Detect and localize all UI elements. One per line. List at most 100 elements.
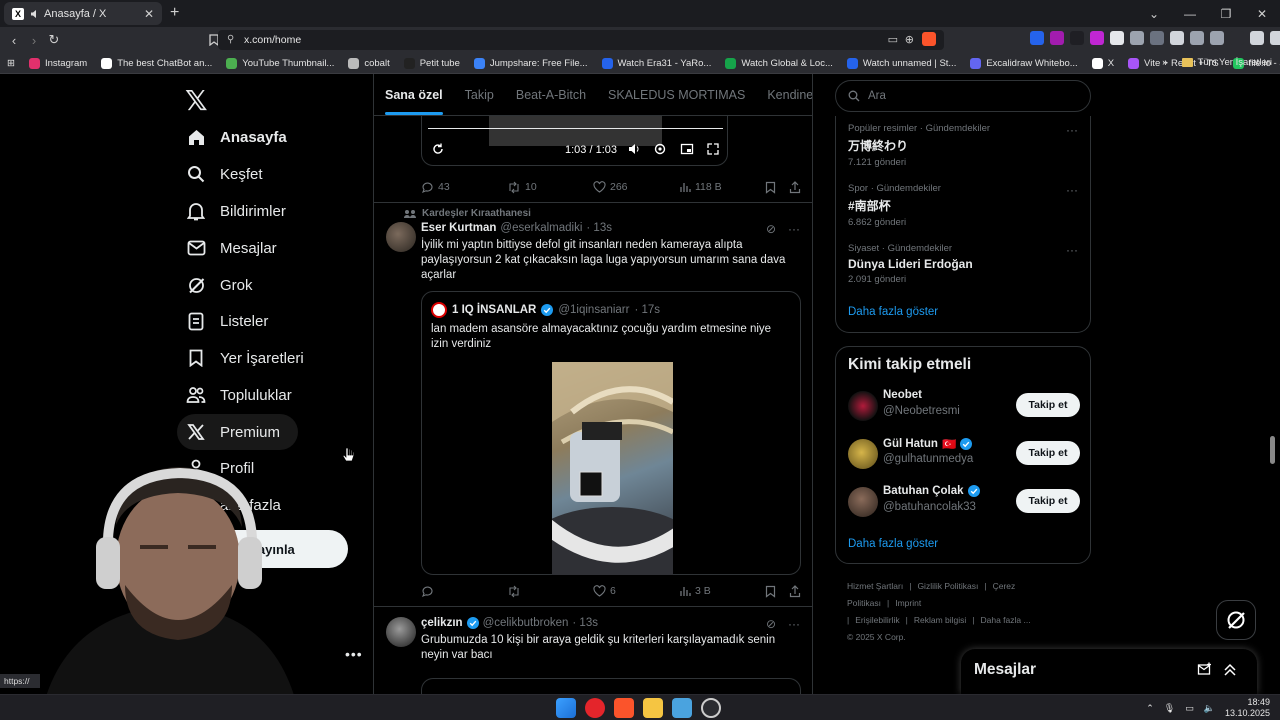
reply-button[interactable] — [421, 585, 438, 598]
feed-tab[interactable]: Kendine Müz — [756, 74, 812, 115]
trend-item[interactable]: Popüler resimler · Gündemdekiler 万博終わり 7.1… — [848, 123, 1078, 168]
extension-icon[interactable] — [1150, 31, 1164, 45]
tweet-time[interactable]: · 13s — [586, 222, 612, 234]
footer-link[interactable]: Erişilebilirlik — [855, 615, 899, 625]
settings-gear-icon[interactable] — [653, 142, 667, 156]
author-handle[interactable]: @celikbutbroken — [483, 617, 569, 629]
replay-icon[interactable] — [431, 142, 445, 156]
sidebar-item-bell[interactable]: Bildirimler — [177, 193, 286, 229]
share-button[interactable] — [789, 584, 801, 598]
bookmark-button[interactable] — [765, 181, 776, 194]
browser-tab[interactable]: X Anasayfa / X ✕ — [4, 2, 162, 25]
feed-tab[interactable]: Sana özel — [374, 74, 454, 115]
grok-button[interactable] — [1216, 600, 1256, 640]
avatar[interactable] — [848, 487, 878, 517]
install-icon[interactable]: ▭ — [888, 33, 898, 46]
sidebar-item-bookmark[interactable]: Yer İşaretleri — [177, 340, 304, 376]
tweet-time[interactable]: · 13s — [572, 617, 598, 629]
video-player[interactable]: 1:03 / 1:03 — [421, 116, 728, 166]
vpn-icon[interactable] — [1270, 31, 1280, 45]
sidebar-item-communities[interactable]: Topluluklar — [177, 377, 292, 413]
trends-show-more[interactable]: Daha fazla göster — [848, 306, 938, 318]
x-logo-icon[interactable]: 𝕏 — [185, 84, 208, 117]
tab-close-icon[interactable]: ✕ — [144, 7, 154, 21]
clock[interactable]: 18:49 13.10.2025 — [1225, 697, 1270, 719]
share-button[interactable] — [789, 180, 801, 194]
who-to-follow-show-more[interactable]: Daha fazla göster — [848, 538, 938, 550]
author-handle[interactable]: @eserkalmadiki — [500, 222, 582, 234]
search-input[interactable]: Ara — [835, 80, 1091, 112]
quoted-media-image[interactable] — [552, 362, 673, 575]
bookmark-item[interactable]: YouTube Thumbnail... — [219, 57, 341, 69]
back-icon[interactable]: ‹ — [4, 30, 24, 50]
media-icon[interactable] — [1250, 31, 1264, 45]
author-name[interactable]: çelikzın — [421, 617, 463, 629]
suggested-user[interactable]: Gül Hatun 🇹🇷 @gulhatunmedya Takip et — [848, 437, 1080, 471]
volume-icon[interactable] — [627, 142, 641, 156]
messages-drawer[interactable]: Mesajlar — [961, 649, 1257, 694]
trend-item[interactable]: Spor · Gündemdekiler #南部杯 6.862 gönderi ··· — [848, 183, 1078, 228]
forward-icon[interactable]: › — [24, 30, 44, 50]
tray-chevron-icon[interactable]: ⌃ — [1146, 703, 1154, 714]
sidebar-item-mail[interactable]: Mesajlar — [177, 230, 277, 266]
file-explorer-icon[interactable] — [643, 698, 663, 718]
fullscreen-icon[interactable] — [706, 142, 720, 156]
bookmark-item[interactable]: X — [1085, 57, 1121, 69]
download-icon[interactable] — [1210, 31, 1224, 45]
opera-icon[interactable] — [585, 698, 605, 718]
more-bookmarks-icon[interactable]: » — [1162, 57, 1167, 68]
avatar[interactable] — [848, 391, 878, 421]
bookmark-item[interactable]: Petit tube — [397, 57, 467, 69]
quoted-tweet[interactable]: 1 IQ İNSANLAR @1iqinsaniarr · 17s lan ma… — [421, 291, 801, 575]
more-options-icon[interactable]: ··· — [1066, 243, 1078, 257]
grok-explain-icon[interactable]: ⊘ — [766, 222, 776, 236]
bookmark-item[interactable]: Watch Global & Loc... — [718, 57, 840, 69]
extension-icon[interactable] — [1130, 31, 1144, 45]
brave-icon[interactable] — [614, 698, 634, 718]
zoom-icon[interactable]: ⊕ — [905, 33, 914, 46]
more-options-icon[interactable]: ··· — [1066, 183, 1078, 197]
microphone-icon[interactable]: 🎙 — [1164, 703, 1175, 714]
windows-start-icon[interactable] — [556, 698, 576, 718]
feed-tab[interactable]: SKALEDUS MORTIMAS — [597, 74, 756, 115]
volume-tray-icon[interactable]: 🔈 — [1204, 703, 1215, 714]
footer-link[interactable]: Daha fazla ... — [981, 615, 1031, 625]
tab-search-icon[interactable]: ⌄ — [1136, 0, 1172, 27]
picture-in-picture-icon[interactable] — [680, 142, 694, 156]
bookmark-item[interactable]: cobalt — [341, 57, 396, 69]
bookmark-item[interactable]: The best ChatBot an... — [94, 57, 219, 69]
footer-link[interactable]: © 2025 X Corp. — [847, 632, 906, 642]
speaker-icon[interactable] — [30, 9, 40, 19]
extension-icon[interactable] — [1070, 31, 1084, 45]
tweet-context[interactable]: Kardeşler Kıraathanesi — [404, 208, 531, 219]
bookmark-item[interactable]: Instagram — [22, 57, 94, 69]
more-options-icon[interactable]: ··· — [788, 222, 800, 236]
extension-icon[interactable] — [1090, 31, 1104, 45]
extensions-puzzle-icon[interactable] — [1170, 31, 1184, 45]
repost-button[interactable] — [507, 585, 525, 598]
avatar[interactable] — [848, 439, 878, 469]
follow-button[interactable]: Takip et — [1016, 393, 1080, 417]
footer-link[interactable]: Hizmet Şartları — [847, 581, 903, 591]
sidebar-item-home[interactable]: Anasayfa — [177, 119, 287, 155]
extension-icon[interactable] — [1030, 31, 1044, 45]
all-bookmarks[interactable]: Tüm Yer İşaretleri — [1198, 57, 1272, 68]
like-button[interactable]: 6 — [593, 585, 616, 597]
photos-icon[interactable] — [672, 698, 692, 718]
extension-icon[interactable] — [1110, 31, 1124, 45]
address-bar[interactable]: ⚲ x.com/home ▭ ⊕ — [218, 30, 944, 50]
bookmark-button[interactable] — [765, 585, 776, 598]
network-icon[interactable]: ▭ — [1185, 703, 1194, 714]
author-name[interactable]: Eser Kurtman — [421, 222, 496, 234]
feed-tab[interactable]: Beat-A-Bitch — [505, 74, 597, 115]
new-tab-button[interactable]: + — [170, 4, 179, 22]
brave-shield-icon[interactable] — [922, 32, 936, 46]
maximize-icon[interactable]: ❐ — [1208, 0, 1244, 27]
follow-button[interactable]: Takip et — [1016, 489, 1080, 513]
avatar[interactable] — [386, 617, 416, 647]
grok-explain-icon[interactable]: ⊘ — [766, 617, 776, 631]
bookmark-item[interactable]: Jumpshare: Free File... — [467, 57, 595, 69]
reload-icon[interactable]: ↻ — [44, 30, 64, 50]
like-button[interactable]: 266 — [593, 181, 628, 193]
close-window-icon[interactable]: ✕ — [1244, 0, 1280, 27]
